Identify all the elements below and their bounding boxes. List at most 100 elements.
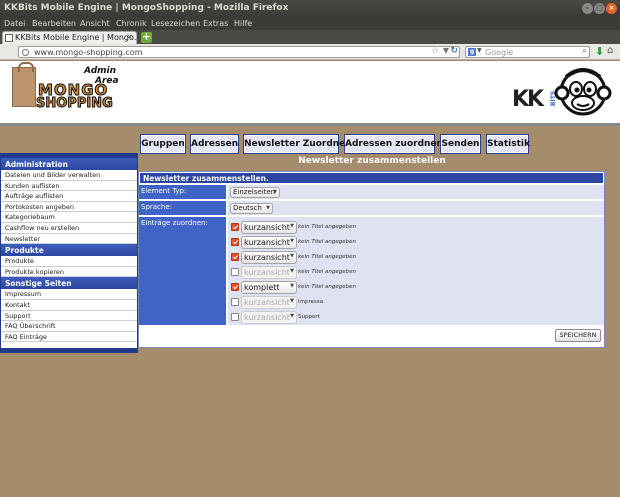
entry-row: kurzansicht ▼ kein Titel angegeben — [231, 266, 601, 280]
menu-bearbeiten[interactable]: Bearbeiten — [32, 19, 76, 28]
logo-admin-text: Admin — [84, 66, 117, 76]
navigation-bar: www.mongo-shopping.com ☆ ▼ ↻ g ▼ Google … — [0, 44, 620, 60]
sidebar-item-kontakt[interactable]: Kontakt — [1, 299, 137, 311]
sidebar-item-newsletter[interactable]: Newsletter — [1, 233, 137, 245]
entry-description: kein Titel angegeben — [298, 254, 357, 260]
chevron-down-icon: ▼ — [273, 189, 277, 195]
entry-description: Support — [298, 314, 320, 320]
sidebar-item-produkte[interactable]: Produkte — [1, 256, 137, 267]
nav-gruppen-button[interactable]: Gruppen — [140, 134, 186, 154]
language-select[interactable]: Deutsch ▼ — [230, 203, 273, 214]
nav-adressen-zuordnen-button[interactable]: Adressen zuordnen — [344, 134, 443, 154]
menu-extras[interactable]: Extras — [203, 19, 228, 28]
tab-strip: KKBits Mobile Engine | Mongo... × + — [0, 30, 620, 44]
entry-description: Impressa — [298, 299, 324, 305]
entry-checkbox[interactable] — [231, 268, 239, 276]
entries-cell: kurzansicht ▼ kein Titel angegeben kurzansi… — [228, 217, 604, 325]
nav-adressen-button[interactable]: Adressen — [190, 134, 239, 154]
entries-label: Einträge zuordnen: — [139, 217, 227, 325]
entry-description: kein Titel angegeben — [298, 269, 357, 275]
entry-checkbox[interactable] — [231, 238, 239, 246]
sidebar-section-produkte: Produkte — [1, 244, 137, 257]
sidebar-item-produkte-kopieren[interactable]: Produkte kopieren — [1, 266, 137, 278]
sidebar-item-cashflow[interactable]: Cashflow neu erstellen — [1, 222, 137, 234]
url-text: www.mongo-shopping.com — [34, 48, 143, 57]
browser-tab[interactable]: KKBits Mobile Engine | Mongo... × — [2, 31, 137, 44]
nav-newsletter-zuordnen-button[interactable]: Newsletter Zuordnen — [243, 134, 352, 154]
close-icon[interactable]: × — [606, 3, 617, 14]
logo-shopping-text: SHOPPING — [36, 96, 114, 111]
url-bar[interactable]: www.mongo-shopping.com ☆ ▼ ↻ — [18, 46, 460, 58]
search-engine-dropdown-icon[interactable]: ▼ — [477, 47, 482, 54]
entry-checkbox[interactable] — [231, 223, 239, 231]
chevron-down-icon: ▼ — [290, 313, 294, 319]
menu-datei[interactable]: Datei — [4, 19, 25, 28]
sidebar-item-impressum[interactable]: Impressum — [1, 289, 137, 300]
element-type-label: Element Typ: — [139, 185, 227, 199]
reload-icon[interactable]: ↻ — [450, 46, 458, 56]
chevron-down-icon: ▼ — [266, 205, 270, 211]
new-tab-button[interactable]: + — [141, 31, 152, 43]
sidebar-item-kunden[interactable]: Kunden auflisten — [1, 180, 137, 192]
chevron-down-icon: ▼ — [290, 268, 294, 274]
star-icon[interactable]: ☆ — [431, 46, 439, 56]
maximize-icon[interactable]: □ — [594, 3, 605, 14]
menu-lesezeichen[interactable]: Lesezeichen — [151, 19, 200, 28]
entry-mode-select[interactable]: kurzansicht ▼ — [241, 251, 297, 264]
window-titlebar: KKBits Mobile Engine | MongoShopping - M… — [0, 0, 620, 17]
entry-mode-select[interactable]: kurzansicht ▼ — [241, 266, 297, 279]
entry-row: komplett ▼ kein Titel angegeben — [231, 281, 601, 295]
entry-checkbox[interactable] — [231, 298, 239, 306]
sidebar-item-portokosten[interactable]: Portokosten angeben — [1, 201, 137, 213]
sidebar-item-auftraege[interactable]: Aufträge auflisten — [1, 191, 137, 202]
sidebar-item-kategoriebaum[interactable]: Kategoriebaum — [1, 212, 137, 223]
sidebar-section-sonstige: Sonstige Seiten — [1, 277, 137, 290]
minimize-icon[interactable]: – — [582, 3, 593, 14]
entry-description: kein Titel angegeben — [298, 224, 357, 230]
entry-checkbox[interactable] — [231, 313, 239, 321]
download-icon[interactable]: ⬇ — [595, 45, 604, 58]
entry-row: kurzansicht ▼ kein Titel angegeben — [231, 221, 601, 235]
search-input[interactable]: g ▼ Google ⌕ — [465, 46, 590, 58]
favicon-icon — [5, 34, 13, 42]
search-icon[interactable]: ⌕ — [582, 46, 587, 56]
menu-ansicht[interactable]: Ansicht — [80, 19, 110, 28]
sidebar: Administration Dateien und Bilder verwal… — [0, 153, 138, 353]
element-type-row: Element Typ: Einzelseiten ▼ — [139, 185, 604, 200]
history-dropdown-icon[interactable]: ▼ — [443, 46, 449, 55]
entry-mode-select[interactable]: kurzansicht ▼ — [241, 296, 297, 309]
kkbits-logo: KK — [512, 87, 544, 112]
monkey-icon — [554, 68, 612, 116]
save-button[interactable]: SPEICHERN — [555, 329, 601, 342]
menubar: Datei Bearbeiten Ansicht Chronik Lesezei… — [0, 17, 620, 30]
element-type-select[interactable]: Einzelseiten ▼ — [230, 187, 280, 198]
tab-title: KKBits Mobile Engine | Mongo... — [15, 33, 137, 42]
entry-checkbox[interactable] — [231, 253, 239, 261]
header-divider — [0, 123, 620, 126]
entry-row: kurzansicht ▼ Support — [231, 311, 601, 325]
nav-senden-button[interactable]: Senden — [440, 134, 481, 154]
entry-mode-select[interactable]: kurzansicht ▼ — [241, 221, 297, 234]
chevron-down-icon: ▼ — [290, 238, 294, 244]
tab-close-icon[interactable]: × — [126, 32, 133, 41]
panel-title: Newsletter zusammenstellen. — [139, 172, 604, 184]
google-icon[interactable]: g — [468, 48, 476, 56]
chevron-down-icon: ▼ — [290, 298, 294, 304]
entry-row: kurzansicht ▼ kein Titel angegeben — [231, 236, 601, 250]
entry-mode-select[interactable]: kurzansicht ▼ — [241, 311, 297, 324]
sidebar-item-dateien[interactable]: Dateien und Bilder verwalten — [1, 170, 137, 181]
menu-chronik[interactable]: Chronik — [116, 19, 147, 28]
entry-checkbox[interactable] — [231, 283, 239, 291]
entry-mode-select[interactable]: kurzansicht ▼ — [241, 236, 297, 249]
home-icon[interactable]: ⌂ — [607, 45, 613, 56]
language-row: Sprache: Deutsch ▼ — [139, 201, 604, 216]
sidebar-item-faq-eintraege[interactable]: FAQ Einträge — [1, 331, 137, 343]
nav-statistik-button[interactable]: Statistik — [486, 134, 530, 154]
menu-hilfe[interactable]: Hilfe — [234, 19, 252, 28]
entry-row: kurzansicht ▼ kein Titel angegeben — [231, 251, 601, 265]
sidebar-item-faq-ueberschrift[interactable]: FAQ Überschrift — [1, 321, 137, 332]
page-title: Newsletter zusammenstellen — [298, 156, 446, 166]
sidebar-item-support[interactable]: Support — [1, 310, 137, 322]
entry-mode-select[interactable]: komplett ▼ — [241, 281, 297, 294]
top-navigation: Gruppen Adressen Newsletter Zuordnen Adr… — [0, 134, 620, 154]
